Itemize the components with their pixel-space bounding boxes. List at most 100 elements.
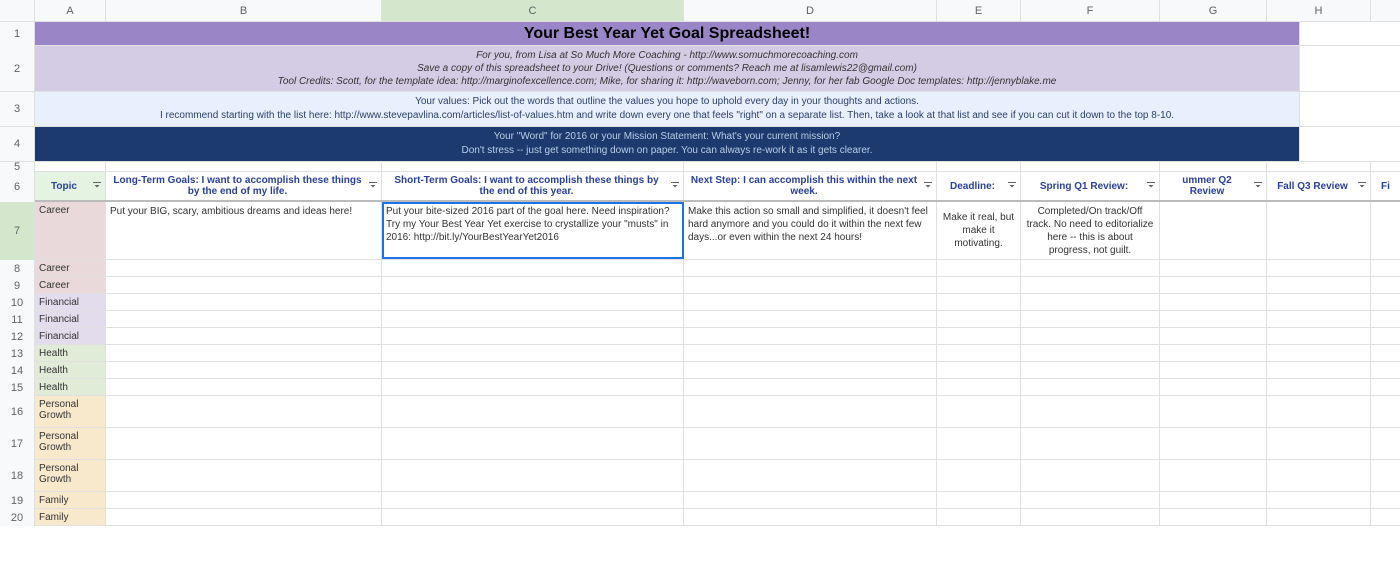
cell-b5[interactable] [106, 162, 382, 171]
topic-cell-14[interactable]: Health [35, 362, 106, 378]
filter-icon[interactable] [1252, 180, 1264, 192]
cell-i17[interactable] [1371, 428, 1400, 459]
filter-icon[interactable] [669, 180, 681, 192]
cell-b8[interactable] [106, 260, 382, 276]
cell-a5[interactable] [35, 162, 106, 171]
header-fall[interactable]: Fall Q3 Review [1267, 172, 1371, 200]
cell-h15[interactable] [1267, 379, 1371, 395]
row-header-1[interactable]: 1 [0, 22, 35, 46]
cell-f5[interactable] [1021, 162, 1160, 171]
cell-h16[interactable] [1267, 396, 1371, 427]
cell-h7[interactable] [1267, 202, 1371, 259]
cell-g14[interactable] [1160, 362, 1267, 378]
cell-d8[interactable] [684, 260, 937, 276]
cell-d5[interactable] [684, 162, 937, 171]
cell-h9[interactable] [1267, 277, 1371, 293]
cell-g19[interactable] [1160, 492, 1267, 508]
cell-i13[interactable] [1371, 345, 1400, 361]
row-header-4[interactable]: 4 [0, 127, 35, 161]
cell-i16[interactable] [1371, 396, 1400, 427]
col-header-i[interactable] [1371, 0, 1400, 21]
cell-c8[interactable] [382, 260, 684, 276]
row-header-12[interactable]: 12 [0, 328, 35, 345]
cell-g9[interactable] [1160, 277, 1267, 293]
cell-d19[interactable] [684, 492, 937, 508]
cell-h3[interactable] [1300, 92, 1400, 126]
cell-c18[interactable] [382, 460, 684, 491]
row-header-16[interactable]: 16 [0, 396, 35, 428]
cell-g11[interactable] [1160, 311, 1267, 327]
cell-b16[interactable] [106, 396, 382, 427]
cell-b11[interactable] [106, 311, 382, 327]
cell-i8[interactable] [1371, 260, 1400, 276]
cell-e11[interactable] [937, 311, 1021, 327]
cell-h2[interactable] [1300, 46, 1400, 91]
cell-c10[interactable] [382, 294, 684, 310]
cell-f16[interactable] [1021, 396, 1160, 427]
filter-icon[interactable] [367, 180, 379, 192]
header-long-term[interactable]: Long-Term Goals: I want to accomplish th… [106, 172, 382, 200]
cell-e7[interactable]: Make it real, but make it motivating. [937, 202, 1021, 259]
cell-h4[interactable] [1300, 127, 1400, 161]
cell-i5[interactable] [1371, 162, 1400, 171]
cell-d10[interactable] [684, 294, 937, 310]
cell-g16[interactable] [1160, 396, 1267, 427]
cell-f19[interactable] [1021, 492, 1160, 508]
cell-f9[interactable] [1021, 277, 1160, 293]
cell-e17[interactable] [937, 428, 1021, 459]
header-summer[interactable]: ummer Q2 Review [1160, 172, 1267, 200]
cell-h14[interactable] [1267, 362, 1371, 378]
col-header-g[interactable]: G [1160, 0, 1267, 21]
cell-e15[interactable] [937, 379, 1021, 395]
topic-cell-17[interactable]: Personal Growth [35, 428, 106, 459]
cell-e20[interactable] [937, 509, 1021, 525]
cell-d15[interactable] [684, 379, 937, 395]
cell-f11[interactable] [1021, 311, 1160, 327]
cell-d12[interactable] [684, 328, 937, 344]
cell-g13[interactable] [1160, 345, 1267, 361]
cell-d13[interactable] [684, 345, 937, 361]
cell-e10[interactable] [937, 294, 1021, 310]
topic-cell-11[interactable]: Financial [35, 311, 106, 327]
cell-c11[interactable] [382, 311, 684, 327]
cell-h19[interactable] [1267, 492, 1371, 508]
cell-c14[interactable] [382, 362, 684, 378]
row-header-5[interactable]: 5 [0, 162, 35, 172]
cell-c15[interactable] [382, 379, 684, 395]
cell-g20[interactable] [1160, 509, 1267, 525]
cell-f20[interactable] [1021, 509, 1160, 525]
cell-h11[interactable] [1267, 311, 1371, 327]
row-header-8[interactable]: 8 [0, 260, 35, 277]
topic-cell-18[interactable]: Personal Growth [35, 460, 106, 491]
row-header-6[interactable]: 6 [0, 172, 35, 202]
cell-i14[interactable] [1371, 362, 1400, 378]
cell-e16[interactable] [937, 396, 1021, 427]
cell-d7[interactable]: Make this action so small and simplified… [684, 202, 937, 259]
filter-icon[interactable] [1145, 180, 1157, 192]
cell-g7[interactable] [1160, 202, 1267, 259]
topic-cell-16[interactable]: Personal Growth [35, 396, 106, 427]
row-header-15[interactable]: 15 [0, 379, 35, 396]
cell-h18[interactable] [1267, 460, 1371, 491]
cell-i7[interactable] [1371, 202, 1400, 259]
cell-i11[interactable] [1371, 311, 1400, 327]
cell-f18[interactable] [1021, 460, 1160, 491]
cell-i20[interactable] [1371, 509, 1400, 525]
cell-b13[interactable] [106, 345, 382, 361]
cell-h1[interactable] [1300, 22, 1400, 45]
row-header-19[interactable]: 19 [0, 492, 35, 509]
cell-c20[interactable] [382, 509, 684, 525]
cell-f10[interactable] [1021, 294, 1160, 310]
col-header-e[interactable]: E [937, 0, 1021, 21]
title-cell[interactable]: Your Best Year Yet Goal Spreadsheet! [35, 22, 1300, 45]
cell-f17[interactable] [1021, 428, 1160, 459]
cell-g17[interactable] [1160, 428, 1267, 459]
cell-d11[interactable] [684, 311, 937, 327]
cell-d16[interactable] [684, 396, 937, 427]
cell-i9[interactable] [1371, 277, 1400, 293]
cell-b14[interactable] [106, 362, 382, 378]
col-header-c[interactable]: C [382, 0, 684, 21]
cell-g10[interactable] [1160, 294, 1267, 310]
cell-e19[interactable] [937, 492, 1021, 508]
cell-g12[interactable] [1160, 328, 1267, 344]
